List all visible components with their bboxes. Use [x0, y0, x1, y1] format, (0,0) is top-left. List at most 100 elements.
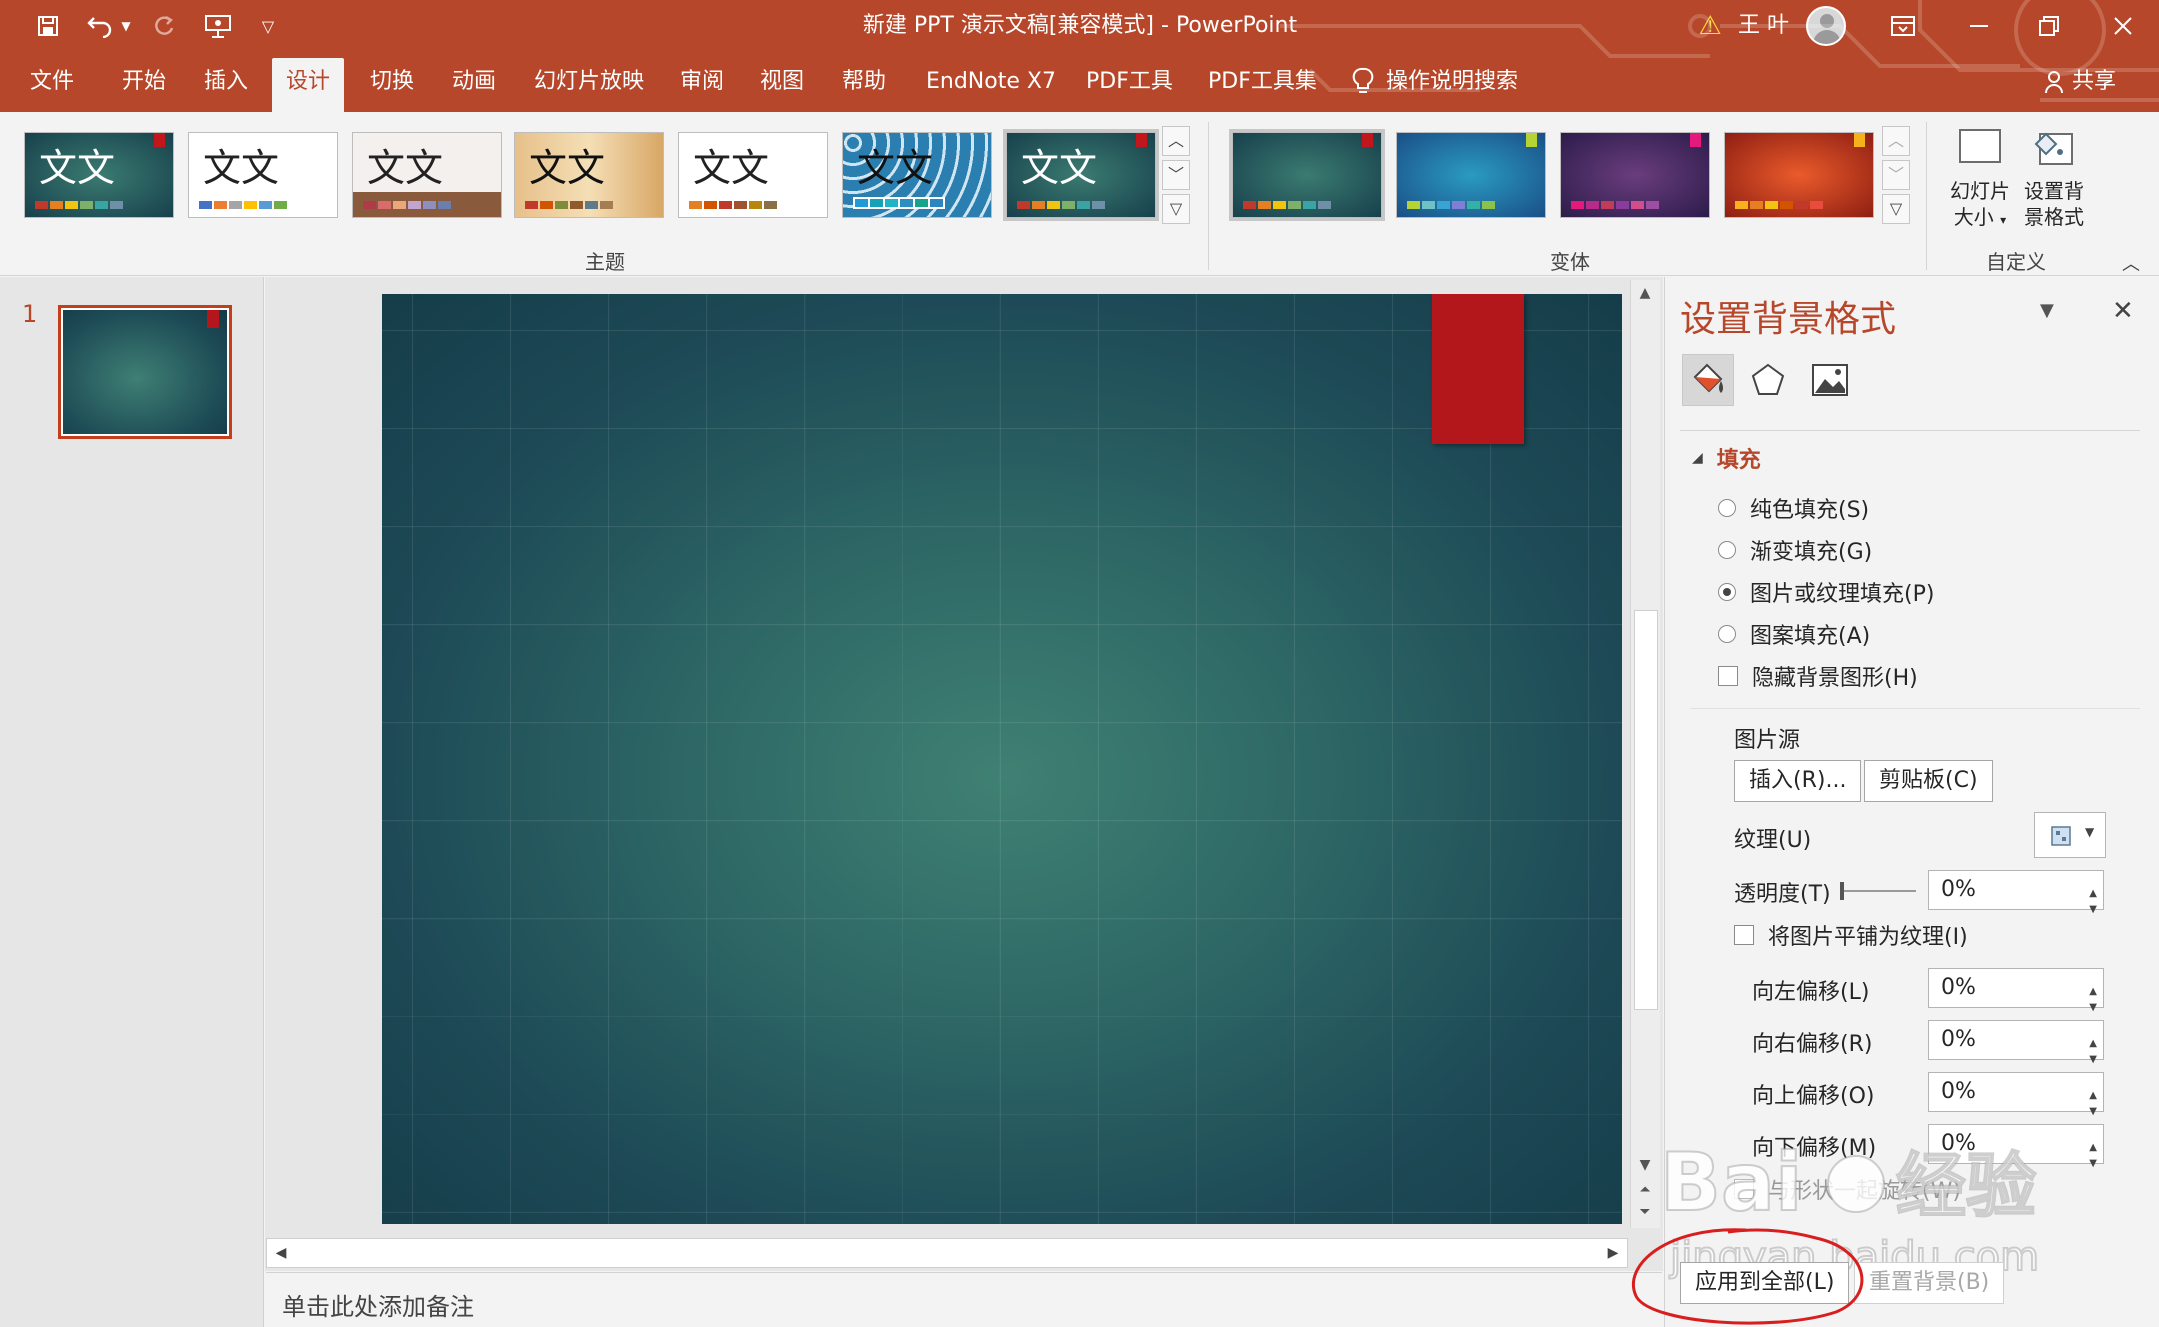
picture-texture-fill-option[interactable]: 图片或纹理填充(P): [1718, 575, 1934, 609]
effects-tab-icon[interactable]: [1742, 354, 1794, 406]
redo-icon[interactable]: [142, 8, 186, 44]
theme-thumbnail-7-selected[interactable]: 文文: [1003, 129, 1159, 221]
transparency-spinner[interactable]: 0% ▲ ▼: [1928, 870, 2104, 915]
themes-scroll-up-icon[interactable]: ︿: [1162, 126, 1190, 156]
scroll-up-icon[interactable]: ▲: [1631, 280, 1659, 306]
offset-bottom-spinner[interactable]: 0% ▲ ▼: [1928, 1124, 2104, 1169]
slide-thumbnail[interactable]: [58, 305, 232, 439]
offset-left-value: 0%: [1941, 975, 1976, 1000]
insert-picture-button[interactable]: 插入(R)...: [1734, 760, 1862, 802]
tab-insert[interactable]: 插入: [190, 58, 262, 112]
tell-me-search[interactable]: 操作说明搜索: [1352, 60, 1518, 104]
share-button[interactable]: 共享: [2044, 60, 2116, 104]
notes-pane[interactable]: 单击此处添加备注: [266, 1272, 1662, 1327]
hide-background-graphics-option[interactable]: 隐藏背景图形(H): [1718, 659, 1918, 693]
rotate-with-shape-option[interactable]: 与形状一起旋转(W): [1734, 1172, 1961, 1206]
avatar[interactable]: [1806, 6, 1846, 46]
ribbon-display-options-icon[interactable]: [1862, 0, 1944, 52]
restore-icon[interactable]: [2008, 0, 2090, 52]
offset-left-label: 向左偏移(L): [1752, 980, 1870, 1005]
theme-sample-text: 文文: [529, 146, 606, 190]
slide-red-banner[interactable]: [1432, 294, 1524, 444]
tab-animations[interactable]: 动画: [438, 58, 510, 112]
slide-size-label-2: 大小: [1953, 205, 1994, 229]
variant-thumbnail-4[interactable]: [1724, 132, 1874, 218]
variants-more-icon[interactable]: ▽: [1882, 194, 1910, 224]
vertical-scroll-thumb[interactable]: [1634, 610, 1658, 1010]
undo-dropdown-icon[interactable]: ▼: [114, 8, 138, 44]
picture-texture-fill-radio[interactable]: [1718, 583, 1736, 601]
present-from-start-icon[interactable]: [196, 8, 240, 44]
transparency-slider-knob[interactable]: [1840, 882, 1844, 900]
next-slide-icon[interactable]: ⏷: [1631, 1202, 1659, 1228]
tab-view[interactable]: 视图: [746, 58, 818, 112]
theme-thumbnail-6[interactable]: 文文: [842, 132, 992, 218]
tab-pdf-toolset[interactable]: PDF工具集: [1194, 58, 1331, 112]
customize-group-label: 自定义: [1986, 250, 2046, 274]
tab-file[interactable]: 文件: [16, 58, 88, 112]
tab-transitions[interactable]: 切换: [356, 58, 428, 112]
pane-close-icon[interactable]: ✕: [2112, 296, 2134, 326]
offset-top-spinner[interactable]: 0% ▲ ▼: [1928, 1072, 2104, 1117]
tile-picture-checkbox[interactable]: [1734, 925, 1754, 945]
tab-home[interactable]: 开始: [108, 58, 180, 112]
offset-left-spinner[interactable]: 0% ▲ ▼: [1928, 968, 2104, 1013]
variant-thumbnail-2[interactable]: [1396, 132, 1546, 218]
reset-background-button[interactable]: 重置背景(B): [1854, 1262, 2005, 1304]
solid-fill-radio[interactable]: [1718, 499, 1736, 517]
themes-more-icon[interactable]: ▽: [1162, 194, 1190, 224]
collapse-ribbon-icon[interactable]: ︿: [2122, 250, 2140, 276]
format-background-button[interactable]: 设置背 景格式: [2018, 124, 2090, 230]
variant-swatches: [1735, 201, 1823, 209]
tab-review[interactable]: 审阅: [666, 58, 738, 112]
vertical-scrollbar[interactable]: ▲ ▼ ⏶ ⏷: [1630, 280, 1660, 1228]
spin-down-icon[interactable]: ▼: [2089, 891, 2097, 929]
fill-section-header[interactable]: ◢ 填充: [1692, 442, 1761, 474]
theme-thumbnail-5[interactable]: 文文: [678, 132, 828, 218]
save-icon[interactable]: [26, 8, 70, 44]
gradient-fill-radio[interactable]: [1718, 541, 1736, 559]
customize-qat-icon[interactable]: ▽: [246, 8, 290, 44]
tab-help[interactable]: 帮助: [828, 58, 900, 112]
hide-background-graphics-checkbox[interactable]: [1718, 666, 1738, 686]
tile-picture-option[interactable]: 将图片平铺为纹理(I): [1734, 918, 1968, 952]
scroll-down-icon[interactable]: ▼: [1631, 1152, 1659, 1178]
slide-size-dropdown-icon: ▾: [2000, 213, 2007, 227]
user-name[interactable]: 王 叶: [1738, 0, 1789, 52]
transparency-slider[interactable]: [1840, 882, 1916, 900]
pattern-fill-option[interactable]: 图案填充(A): [1718, 617, 1870, 651]
scroll-left-icon[interactable]: ◀: [267, 1239, 295, 1267]
spin-down-icon[interactable]: ▼: [2089, 1145, 2097, 1183]
clipboard-button[interactable]: 剪贴板(C): [1864, 760, 1993, 802]
picture-tab-icon[interactable]: [1804, 354, 1856, 406]
theme-thumbnail-2[interactable]: 文文: [188, 132, 338, 218]
variants-scroll-down-icon[interactable]: ﹀: [1882, 160, 1910, 190]
texture-picker[interactable]: ▼: [2034, 812, 2106, 858]
tab-design[interactable]: 设计: [272, 58, 345, 112]
solid-fill-option[interactable]: 纯色填充(S): [1718, 491, 1869, 525]
fill-tab-icon[interactable]: [1682, 354, 1734, 406]
slide-canvas[interactable]: [382, 294, 1622, 1224]
apply-to-all-button[interactable]: 应用到全部(L): [1680, 1262, 1850, 1304]
tab-slide-show[interactable]: 幻灯片放映: [520, 58, 658, 112]
close-icon[interactable]: [2082, 0, 2159, 52]
tab-pdf-tools[interactable]: PDF工具: [1072, 58, 1187, 112]
theme-thumbnail-1[interactable]: 文文: [24, 132, 174, 218]
theme-thumbnail-4[interactable]: 文文: [514, 132, 664, 218]
pattern-fill-radio[interactable]: [1718, 625, 1736, 643]
variants-scroll-up-icon[interactable]: ︿: [1882, 126, 1910, 156]
offset-right-spinner[interactable]: 0% ▲ ▼: [1928, 1020, 2104, 1065]
slide-size-button[interactable]: 幻灯片 大小 ▾: [1944, 124, 2016, 233]
scroll-right-icon[interactable]: ▶: [1599, 1239, 1627, 1267]
horizontal-scrollbar[interactable]: ◀ ▶: [266, 1238, 1628, 1268]
theme-thumbnail-3[interactable]: 文文: [352, 132, 502, 218]
themes-scroll-down-icon[interactable]: ﹀: [1162, 160, 1190, 190]
picture-texture-fill-label: 图片或纹理填充(P): [1750, 582, 1935, 607]
gradient-fill-option[interactable]: 渐变填充(G): [1718, 533, 1872, 567]
rotate-with-shape-checkbox[interactable]: [1734, 1179, 1754, 1199]
warning-icon[interactable]: ⚠: [1696, 12, 1724, 40]
variant-thumbnail-3[interactable]: [1560, 132, 1710, 218]
variant-thumbnail-1-selected[interactable]: [1229, 129, 1385, 221]
pane-options-dropdown-icon[interactable]: ▼: [2040, 300, 2054, 321]
tab-endnote[interactable]: EndNote X7: [912, 58, 1070, 112]
